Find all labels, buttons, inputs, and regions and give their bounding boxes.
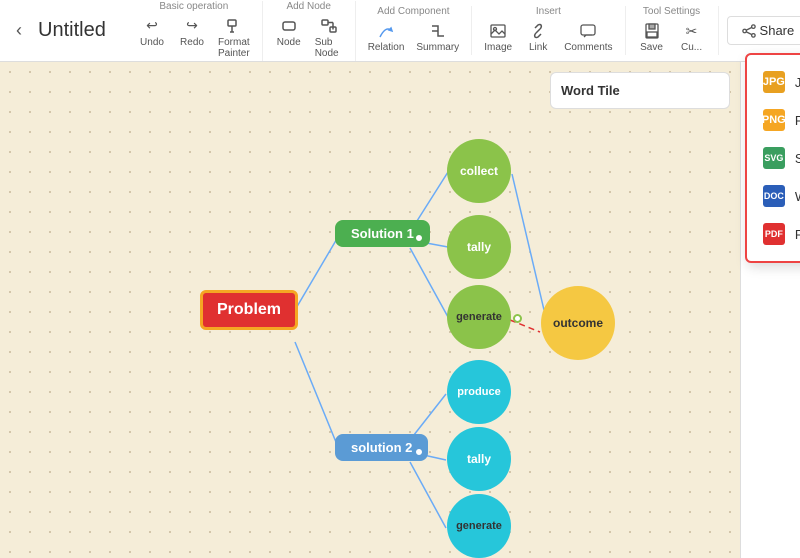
node-button[interactable]: Node — [271, 14, 307, 61]
export-word-item[interactable]: DOC Word file — [747, 177, 800, 215]
relation-icon — [376, 21, 396, 41]
link-button[interactable]: Link — [520, 19, 556, 55]
problem-node[interactable]: Problem — [200, 290, 298, 330]
word-tile-panel: Word Tile — [550, 72, 730, 109]
export-jpg-item[interactable]: JPG JPG image — [747, 63, 800, 101]
redo-button[interactable]: ↪ Redo — [174, 14, 210, 61]
right-actions: Share Export JPG JPG image PNG PNG image… — [727, 15, 800, 46]
png-label: PNG image — [795, 113, 800, 128]
toolbar-group-insert: Insert Image — [480, 6, 625, 55]
pdf-label: PDF file — [795, 227, 800, 242]
save-button[interactable]: Save — [634, 19, 670, 55]
connection-lines — [0, 62, 740, 558]
toolbar-group-basic: Basic operation ↩ Undo ↪ Redo Format Pai… — [134, 1, 263, 61]
solution2-node[interactable]: solution 2 — [335, 434, 428, 461]
export-dropdown: JPG JPG image PNG PNG image SVG SVG file… — [745, 53, 800, 263]
word-label: Word file — [795, 189, 800, 204]
tally2-node[interactable]: tally — [447, 427, 511, 491]
undo-button[interactable]: ↩ Undo — [134, 14, 170, 61]
toolbar-group-component: Add Component Relation Sum — [364, 6, 473, 55]
svg-label: SVG file — [795, 151, 800, 166]
solution1-connector — [414, 233, 424, 243]
produce-node[interactable]: produce — [447, 360, 511, 424]
topbar: ‹ Untitled Basic operation ↩ Undo ↪ Redo — [0, 0, 800, 62]
mind-map-canvas[interactable]: Problem Solution 1 solution 2 collect ta… — [0, 62, 740, 558]
toolbar-group-tools: Tool Settings Save ✂ Cu... — [634, 6, 719, 55]
summary-icon — [428, 21, 448, 41]
jpg-label: JPG image — [795, 75, 800, 90]
cut-button[interactable]: ✂ Cu... — [674, 19, 710, 55]
image-button[interactable]: Image — [480, 19, 516, 55]
generate2-node[interactable]: generate — [447, 494, 511, 558]
export-pdf-item[interactable]: PDF PDF file — [747, 215, 800, 253]
group-label-component: Add Component — [377, 6, 449, 17]
redo-icon: ↪ — [182, 16, 202, 36]
png-icon: PNG — [763, 109, 785, 131]
share-button[interactable]: Share — [727, 16, 800, 45]
save-icon — [642, 21, 662, 41]
comments-button[interactable]: Comments — [560, 19, 616, 55]
undo-icon: ↩ — [142, 16, 162, 36]
jpg-icon: JPG — [763, 71, 785, 93]
solution2-connector — [414, 447, 424, 457]
share-label: Share — [760, 23, 795, 38]
word-icon: DOC — [763, 185, 785, 207]
subnode-icon — [319, 16, 339, 36]
comments-icon — [578, 21, 598, 41]
format-painter-button[interactable]: Format Painter — [214, 14, 254, 61]
format-painter-icon — [224, 16, 244, 36]
export-png-item[interactable]: PNG PNG image — [747, 101, 800, 139]
link-icon — [528, 21, 548, 41]
back-button[interactable]: ‹ — [8, 16, 30, 45]
group-label-basic: Basic operation — [159, 1, 228, 12]
subnode-button[interactable]: Sub Node — [311, 14, 347, 61]
group-label-addnode: Add Node — [286, 1, 330, 12]
image-icon — [488, 21, 508, 41]
group-label-tools: Tool Settings — [643, 6, 700, 17]
summary-button[interactable]: Summary — [412, 19, 463, 55]
toolbar-group-addnode: Add Node Node — [271, 1, 356, 61]
export-svg-item[interactable]: SVG SVG file — [747, 139, 800, 177]
app-title: Untitled — [38, 19, 118, 42]
relation-button[interactable]: Relation — [364, 19, 409, 55]
main-area: Problem Solution 1 solution 2 collect ta… — [0, 62, 800, 558]
word-tile-title: Word Tile — [561, 83, 620, 98]
tally1-node[interactable]: tally — [447, 215, 511, 279]
generate1-connector — [513, 314, 522, 323]
collect-node[interactable]: collect — [447, 139, 511, 203]
cut-icon: ✂ — [682, 21, 702, 41]
share-icon — [742, 24, 756, 38]
group-label-insert: Insert — [536, 6, 561, 17]
svg-icon: SVG — [763, 147, 785, 169]
node-icon — [279, 16, 299, 36]
outcome-node[interactable]: outcome — [541, 286, 615, 360]
pdf-icon: PDF — [763, 223, 785, 245]
generate1-node[interactable]: generate — [447, 285, 511, 349]
